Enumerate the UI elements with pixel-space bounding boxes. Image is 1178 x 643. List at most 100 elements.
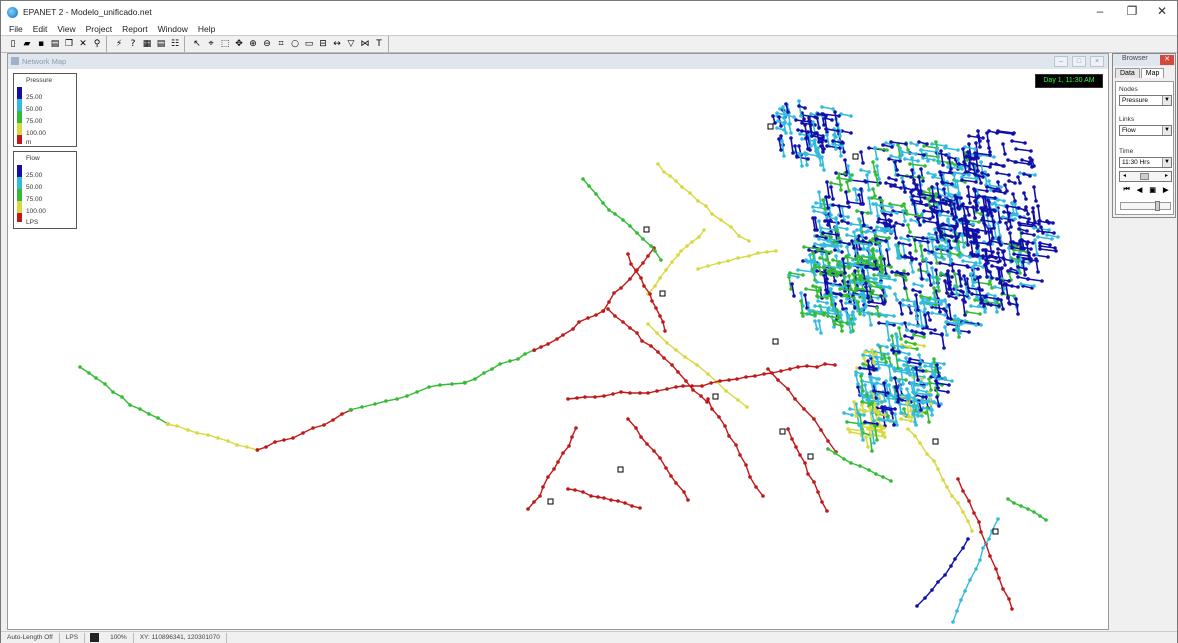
junction-node[interactable]	[886, 391, 890, 395]
junction-node[interactable]	[865, 173, 869, 177]
junction-node[interactable]	[858, 247, 862, 251]
junction-node[interactable]	[966, 537, 970, 541]
junction-node[interactable]	[674, 385, 678, 389]
pipe-link[interactable]	[996, 172, 1010, 176]
junction-node[interactable]	[1016, 285, 1020, 289]
junction-node[interactable]	[998, 220, 1002, 224]
junction-node[interactable]	[1031, 210, 1035, 214]
junction-node[interactable]	[900, 312, 904, 316]
options-icon[interactable]: ☷	[170, 38, 181, 50]
pipe-link[interactable]	[818, 320, 822, 334]
junction-node[interactable]	[846, 164, 850, 168]
junction-node[interactable]	[880, 400, 884, 404]
junction-node[interactable]	[829, 287, 833, 291]
pipe-link[interactable]	[923, 145, 938, 149]
junction-node[interactable]	[963, 313, 967, 317]
junction-node[interactable]	[887, 364, 891, 368]
junction-node[interactable]	[826, 239, 830, 243]
junction-node[interactable]	[861, 239, 865, 243]
junction-node[interactable]	[1020, 158, 1024, 162]
junction-node[interactable]	[889, 408, 893, 412]
junction-node[interactable]	[566, 397, 570, 401]
junction-node[interactable]	[813, 304, 817, 308]
junction-node[interactable]	[1015, 303, 1019, 307]
junction-node[interactable]	[976, 244, 980, 248]
junction-node[interactable]	[835, 123, 839, 127]
junction-node[interactable]	[942, 257, 946, 261]
junction-node[interactable]	[967, 499, 971, 503]
junction-node[interactable]	[905, 212, 909, 216]
junction-node[interactable]	[1024, 197, 1028, 201]
junction-node[interactable]	[854, 249, 858, 253]
junction-node[interactable]	[932, 459, 936, 463]
junction-node[interactable]	[128, 403, 132, 407]
junction-node[interactable]	[723, 424, 727, 428]
junction-node[interactable]	[1044, 518, 1048, 522]
junction-node[interactable]	[964, 282, 968, 286]
junction-node[interactable]	[943, 313, 947, 317]
junction-node[interactable]	[963, 589, 967, 593]
junction-node[interactable]	[961, 489, 965, 493]
junction-node[interactable]	[1014, 259, 1018, 263]
junction-node[interactable]	[780, 139, 784, 143]
delete-icon[interactable]: ✕	[78, 38, 89, 50]
junction-node[interactable]	[699, 394, 703, 398]
junction-node[interactable]	[619, 390, 623, 394]
junction-node[interactable]	[942, 362, 946, 366]
junction-node[interactable]	[1012, 252, 1016, 256]
junction-node[interactable]	[887, 247, 891, 251]
junction-node[interactable]	[1001, 215, 1005, 219]
junction-node[interactable]	[847, 266, 851, 270]
junction-node[interactable]	[879, 294, 883, 298]
junction-node[interactable]	[1013, 217, 1017, 221]
junction-node[interactable]	[999, 298, 1003, 302]
junction-node[interactable]	[860, 307, 864, 311]
junction-node[interactable]	[813, 138, 817, 142]
junction-node[interactable]	[570, 435, 574, 439]
junction-node[interactable]	[916, 383, 920, 387]
junction-node[interactable]	[947, 303, 951, 307]
junction-node[interactable]	[639, 276, 643, 280]
junction-node[interactable]	[842, 457, 846, 461]
junction-node[interactable]	[833, 451, 837, 455]
junction-node[interactable]	[360, 405, 364, 409]
junction-node[interactable]	[995, 131, 999, 135]
junction-node[interactable]	[821, 150, 825, 154]
junction-node[interactable]	[973, 298, 977, 302]
junction-node[interactable]	[908, 373, 912, 377]
junction-node[interactable]	[899, 337, 903, 341]
junction-node[interactable]	[806, 147, 810, 151]
junction-node[interactable]	[574, 426, 578, 430]
junction-node[interactable]	[802, 245, 806, 249]
junction-node[interactable]	[805, 152, 809, 156]
junction-node[interactable]	[538, 494, 542, 498]
junction-node[interactable]	[957, 162, 961, 166]
junction-node[interactable]	[915, 347, 919, 351]
junction-node[interactable]	[561, 451, 565, 455]
junction-node[interactable]	[866, 229, 870, 233]
junction-node[interactable]	[920, 284, 924, 288]
junction-node[interactable]	[869, 284, 873, 288]
junction-node[interactable]	[847, 242, 851, 246]
junction-node[interactable]	[981, 175, 985, 179]
junction-node[interactable]	[581, 177, 585, 181]
junction-node[interactable]	[869, 292, 873, 296]
junction-node[interactable]	[1012, 212, 1016, 216]
junction-node[interactable]	[925, 382, 929, 386]
junction-node[interactable]	[654, 306, 658, 310]
junction-node[interactable]	[800, 121, 804, 125]
junction-node[interactable]	[1022, 191, 1026, 195]
junction-node[interactable]	[1052, 231, 1056, 235]
junction-node[interactable]	[612, 291, 616, 295]
junction-node[interactable]	[710, 407, 714, 411]
junction-node[interactable]	[829, 250, 833, 254]
junction-node[interactable]	[862, 223, 866, 227]
junction-node[interactable]	[803, 123, 807, 127]
junction-node[interactable]	[900, 411, 904, 415]
junction-node[interactable]	[894, 236, 898, 240]
junction-node[interactable]	[1029, 247, 1033, 251]
junction-node[interactable]	[908, 230, 912, 234]
junction-node[interactable]	[989, 162, 993, 166]
junction-node[interactable]	[892, 367, 896, 371]
junction-node[interactable]	[593, 395, 597, 399]
